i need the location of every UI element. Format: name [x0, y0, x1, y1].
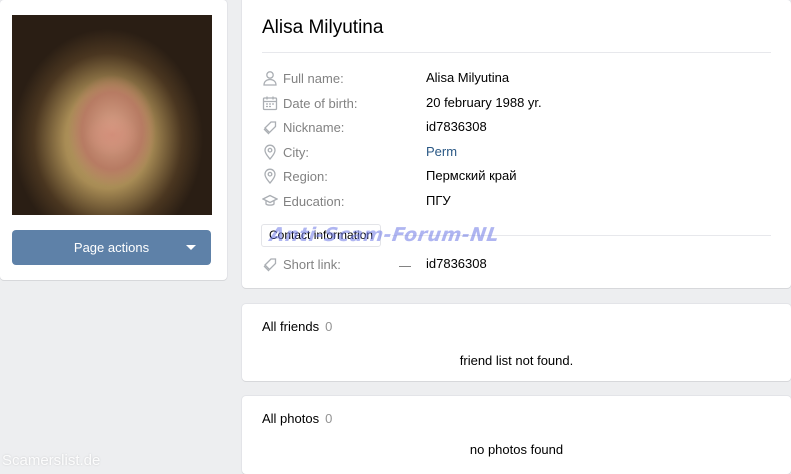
user-icon	[263, 71, 277, 86]
empty-state-text: no photos found	[469, 442, 564, 457]
short-link-value[interactable]: id7836308	[426, 256, 487, 271]
page-actions-button[interactable]: Page actions	[12, 230, 211, 265]
photos-count: 0	[325, 411, 333, 426]
friends-section-header[interactable]: All friends 0	[262, 319, 332, 334]
watermark-text: Scamerslist.de	[2, 452, 101, 469]
info-row-date-of-birth: Date of birth: 20 february 1988 yr.	[262, 94, 762, 114]
photos-section-header[interactable]: All photos 0	[262, 411, 332, 426]
page-title: Alisa Milyutina	[262, 17, 384, 38]
info-row-short-link: Short link: id7836308	[262, 255, 762, 275]
tag-icon	[263, 258, 277, 272]
info-value: 20 february 1988 yr.	[426, 95, 542, 110]
info-label: Region:	[283, 169, 328, 184]
friends-count: 0	[325, 319, 333, 334]
dash-separator	[399, 266, 411, 267]
info-row-region: Region: Пермский край	[262, 167, 762, 187]
info-value: Alisa Milyutina	[426, 70, 510, 85]
info-label: Short link:	[283, 257, 341, 272]
info-label: Full name:	[283, 71, 344, 86]
section-title: All photos	[262, 411, 320, 426]
chevron-down-icon	[186, 245, 196, 250]
empty-state-text: friend list not found.	[459, 353, 574, 368]
info-value: ПГУ	[426, 193, 451, 208]
info-row-nickname: Nickname: id7836308	[262, 118, 762, 138]
info-row-full-name: Full name: Alisa Milyutina	[262, 69, 762, 89]
location-pin-icon	[264, 144, 276, 160]
graduation-cap-icon	[262, 194, 278, 206]
city-link[interactable]: Perm	[426, 144, 457, 159]
profile-sidebar-card: Page actions	[0, 0, 227, 280]
info-label: Education:	[283, 194, 345, 209]
info-label: Nickname:	[283, 120, 345, 135]
friends-section: All friends 0 friend list not found.	[242, 304, 791, 381]
divider	[262, 52, 771, 53]
info-row-city: City: Perm	[262, 143, 762, 163]
section-title: All friends	[262, 319, 320, 334]
location-pin-icon	[264, 168, 276, 184]
tag-icon	[263, 121, 277, 135]
watermark-text: Anti-Scam-Forum-NL	[268, 224, 501, 246]
info-value: id7836308	[426, 119, 487, 134]
info-label: Date of birth:	[283, 96, 358, 111]
info-value: Пермский край	[426, 168, 517, 183]
profile-avatar[interactable]	[12, 15, 212, 215]
info-row-education: Education: ПГУ	[262, 192, 762, 212]
calendar-icon	[262, 96, 278, 111]
info-label: City:	[283, 145, 309, 160]
photos-section: All photos 0 no photos found	[242, 396, 791, 474]
page-actions-label: Page actions	[73, 240, 150, 255]
